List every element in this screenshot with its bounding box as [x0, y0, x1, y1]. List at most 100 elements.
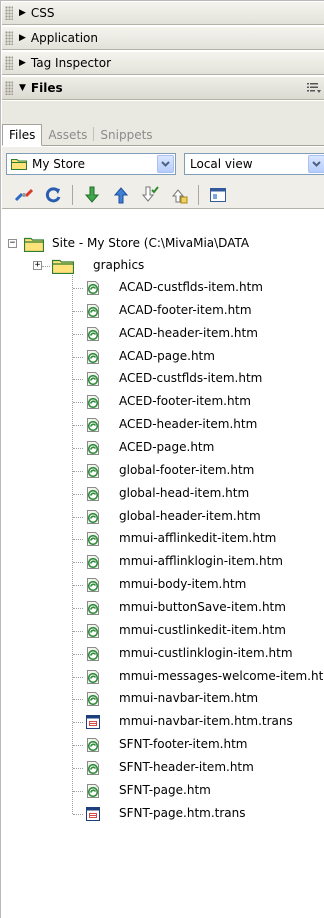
application-panel-header[interactable]: ▶ Application [2, 26, 324, 50]
site-folder-icon [24, 237, 44, 252]
file-row[interactable]: mmui-afflinklogin-item.htm [2, 551, 324, 573]
tab-files[interactable]: Files [2, 124, 43, 146]
tag-inspector-panel-header[interactable]: ▶ Tag Inspector [2, 51, 324, 75]
file-row[interactable]: mmui-afflinkedit-item.htm [2, 528, 324, 550]
dw-file-icon [87, 441, 99, 455]
file-row[interactable]: ACAD-page.htm [2, 346, 324, 368]
file-row[interactable]: ACED-custflds-item.htm [2, 368, 324, 390]
check-out-icon[interactable] [138, 184, 162, 206]
tab-assets[interactable]: Assets [42, 125, 93, 145]
trans-file-icon [86, 715, 100, 730]
refresh-icon[interactable] [41, 184, 65, 206]
application-panel-title: Application [30, 31, 98, 45]
file-row[interactable]: mmui-navbar-item.htm [2, 688, 324, 710]
collapsed-arrow-icon: ▶ [19, 8, 26, 18]
tree-branch [73, 402, 83, 404]
dw-file-icon [87, 418, 99, 433]
file-name: ACAD-page.htm [119, 348, 215, 363]
grip-icon[interactable] [5, 56, 13, 70]
file-row[interactable]: ACAD-header-item.htm [2, 323, 324, 345]
site-select[interactable]: My Store [6, 153, 176, 175]
site-root-row[interactable]: − Site - My Store (C:\MivaMia\DATA [2, 233, 324, 255]
file-row[interactable]: SFNT-page.htm [2, 780, 324, 802]
file-row[interactable]: mmui-buttonSave-item.htm [2, 597, 324, 619]
dw-file-icon [87, 303, 99, 318]
check-in-icon[interactable] [167, 184, 191, 206]
file-row[interactable]: SFNT-page.htm.trans [2, 803, 324, 825]
connect-icon[interactable] [12, 184, 36, 206]
site-folder-icon [11, 159, 27, 170]
file-row[interactable]: mmui-custlinkedit-item.htm [2, 620, 324, 642]
file-row[interactable]: mmui-navbar-item.htm.trans [2, 711, 324, 733]
tag-inspector-panel-title: Tag Inspector [30, 56, 112, 70]
tree-branch [73, 448, 83, 449]
dw-file-icon [87, 738, 99, 752]
file-row[interactable]: SFNT-footer-item.htm [2, 734, 324, 756]
file-row[interactable]: ACED-footer-item.htm [2, 391, 324, 413]
grip-icon[interactable] [5, 6, 13, 20]
file-name: SFNT-footer-item.htm [119, 737, 248, 751]
tab-group: Files Assets Snippets [2, 124, 159, 146]
expand-icon[interactable] [206, 184, 230, 206]
dw-file-icon [87, 326, 99, 341]
panel-options-icon[interactable] [307, 82, 321, 94]
file-name: ACED-page.htm [119, 440, 215, 454]
tree-branch [73, 379, 83, 381]
file-row[interactable]: ACED-header-item.htm [2, 414, 324, 436]
file-row[interactable]: global-footer-item.htm [2, 460, 324, 482]
folder-icon [52, 259, 74, 274]
tree-branch [73, 813, 83, 815]
dw-file-icon [87, 600, 99, 615]
file-row[interactable]: ACAD-custflds-item.htm [2, 277, 324, 299]
expand-toggle-icon[interactable]: + [33, 261, 42, 270]
file-row[interactable]: global-header-item.htm [2, 506, 324, 528]
file-row[interactable]: mmui-messages-welcome-item.htm [2, 666, 324, 688]
css-panel-header[interactable]: ▶ CSS [2, 1, 324, 25]
file-row[interactable]: SFNT-header-item.htm [2, 757, 324, 779]
file-row[interactable]: ACED-page.htm [2, 437, 324, 459]
folder-row-graphics[interactable]: + graphics [2, 255, 324, 277]
tree-branch [73, 539, 83, 541]
tree-branch [73, 310, 83, 312]
grip-icon[interactable] [5, 31, 13, 45]
tab-snippets[interactable]: Snippets [94, 125, 158, 145]
file-name: mmui-body-item.htm [119, 577, 247, 592]
file-name: mmui-buttonSave-item.htm [119, 599, 286, 614]
site-root-label: Site - My Store (C:\MivaMia\DATA [52, 236, 250, 250]
tree-branch [73, 516, 83, 518]
tree-branch [73, 585, 83, 587]
file-name: mmui-navbar-item.htm [119, 691, 259, 706]
file-name: ACAD-header-item.htm [119, 325, 258, 340]
file-name: ACAD-custflds-item.htm [119, 280, 263, 294]
tree-branch [73, 630, 83, 632]
grip-icon[interactable] [5, 81, 13, 95]
file-name: SFNT-header-item.htm [119, 759, 254, 774]
file-tree: − Site - My Store (C:\MivaMia\DATA + gra… [2, 231, 324, 918]
file-name: ACED-custflds-item.htm [119, 371, 263, 386]
file-name: global-header-item.htm [119, 508, 261, 523]
dw-file-icon [87, 783, 99, 798]
get-files-icon[interactable] [80, 184, 104, 206]
collapse-toggle-icon[interactable]: − [8, 239, 17, 248]
file-name: SFNT-page.htm.trans [119, 805, 246, 820]
file-row[interactable]: mmui-custlinklogin-item.htm [2, 643, 324, 665]
dw-file-icon [87, 395, 99, 410]
dw-file-icon [87, 463, 99, 478]
expanded-arrow-icon: ▼ [19, 83, 26, 93]
files-tab-bar: Files Assets Snippets [2, 101, 324, 146]
file-row[interactable]: mmui-body-item.htm [2, 574, 324, 596]
site-select-value: My Store [32, 157, 85, 171]
view-select[interactable]: Local view [184, 153, 324, 175]
file-name: global-footer-item.htm [119, 462, 255, 477]
site-selector-row: My Store Local view [2, 147, 324, 181]
file-name: global-head-item.htm [119, 485, 250, 500]
put-files-icon[interactable] [109, 184, 133, 206]
chevron-down-icon[interactable] [157, 155, 174, 173]
file-name: mmui-afflinkedit-item.htm [119, 531, 277, 546]
file-row[interactable]: global-head-item.htm [2, 483, 324, 505]
file-row[interactable]: ACAD-footer-item.htm [2, 300, 324, 322]
dw-file-icon [87, 623, 99, 638]
files-panel-header[interactable]: ▼ Files [2, 76, 324, 100]
chevron-down-icon[interactable] [308, 155, 324, 173]
file-name: mmui-messages-welcome-item.htm [119, 668, 324, 683]
